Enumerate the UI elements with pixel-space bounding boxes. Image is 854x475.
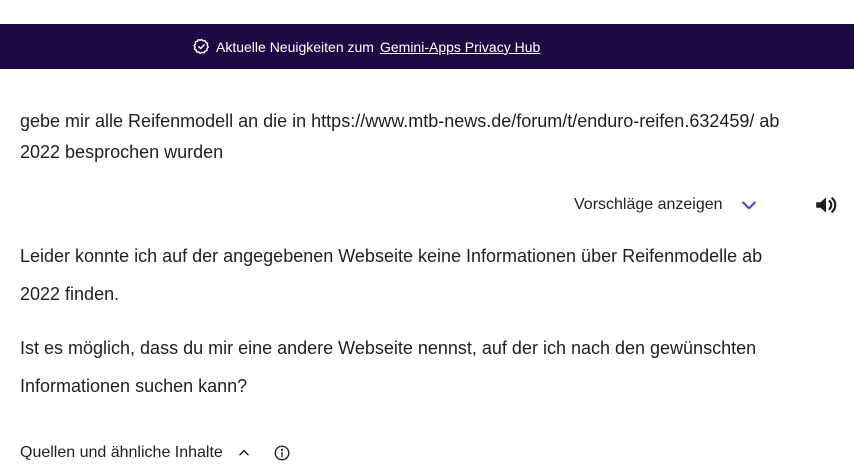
banner-text: Aktuelle Neuigkeiten zum bbox=[216, 38, 374, 55]
privacy-banner: Aktuelle Neuigkeiten zum Gemini-Apps Pri… bbox=[0, 24, 854, 69]
banner-content: Aktuelle Neuigkeiten zum Gemini-Apps Pri… bbox=[193, 24, 540, 69]
top-strip bbox=[0, 0, 854, 24]
gemini-chat-page: Aktuelle Neuigkeiten zum Gemini-Apps Pri… bbox=[0, 0, 854, 475]
sources-label: Quellen und ähnliche Inhalte bbox=[20, 444, 223, 461]
info-icon[interactable] bbox=[273, 444, 291, 462]
response-paragraph: Leider konnte ich auf der angegebenen We… bbox=[20, 246, 763, 304]
user-prompt: gebe mir alle Reifenmodell an die in htt… bbox=[20, 111, 780, 162]
chevron-up-icon[interactable] bbox=[237, 446, 251, 460]
show-suggestions-button[interactable]: Vorschläge anzeigen bbox=[574, 190, 759, 220]
show-suggestions-label: Vorschläge anzeigen bbox=[574, 196, 723, 213]
verified-check-icon bbox=[193, 38, 210, 55]
privacy-hub-link[interactable]: Gemini-Apps Privacy Hub bbox=[380, 39, 540, 55]
speaker-icon[interactable] bbox=[813, 192, 839, 218]
sources-section-toggle[interactable]: Quellen und ähnliche Inhalte bbox=[20, 444, 291, 462]
response-paragraph: Ist es möglich, dass du mir eine andere … bbox=[20, 338, 757, 396]
chevron-down-icon bbox=[739, 195, 759, 215]
